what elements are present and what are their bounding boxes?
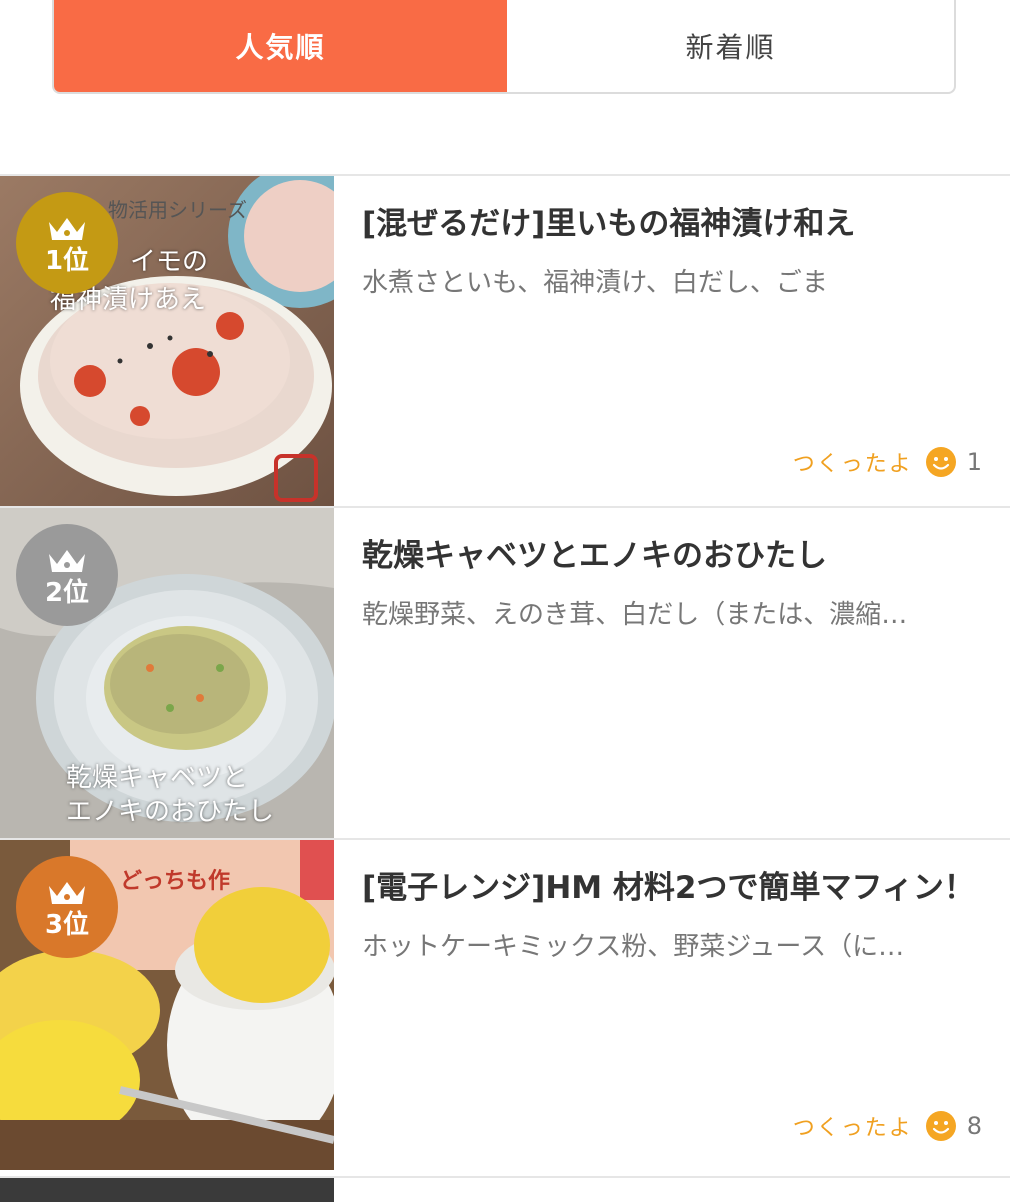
recipe-info: 乾燥キャベツとエノキのおひたし 乾燥野菜、えのき茸、白だし（または、濃縮… bbox=[334, 508, 1010, 838]
recipe-ingredients: 水煮さといも、福神漬け、白だし、ごま bbox=[362, 268, 828, 298]
tsukutta-label: つくったよ bbox=[792, 1116, 913, 1141]
recipe-thumbnail[interactable]: どっちも作 3位 bbox=[0, 840, 334, 1170]
recipe-info: [電子レンジ]HM 材料2つで簡単マフィン！ ホットケーキミックス粉、野菜ジュー… bbox=[334, 840, 1010, 1170]
tsukutta-count: 1 bbox=[966, 448, 982, 476]
recipe-item[interactable]: どっちも作 3位 [電子レンジ]HM 材料2つで簡単マフィン！ ホットケーキミッ… bbox=[0, 838, 1010, 1170]
recipe-list: 物活用シリーズ イモの 福神漬けあえ 1位 [混ぜるだけ]里いもの福神漬け和え … bbox=[0, 174, 1010, 1170]
crown-icon bbox=[49, 550, 85, 572]
rank-label: 1位 bbox=[44, 246, 90, 276]
recipe-thumbnail[interactable]: 物活用シリーズ イモの 福神漬けあえ 1位 bbox=[0, 176, 334, 506]
tsukutta-counter: つくったよ 8 bbox=[793, 1110, 982, 1142]
recipe-item[interactable]: 乾燥キャベツと エノキのおひたし 2位 乾燥キャベツとエノキのおひたし 乾燥野菜… bbox=[0, 506, 1010, 838]
recipe-item[interactable]: 物活用シリーズ イモの 福神漬けあえ 1位 [混ぜるだけ]里いもの福神漬け和え … bbox=[0, 174, 1010, 506]
smile-icon bbox=[925, 447, 956, 477]
tsukutta-counter: つくったよ 1 bbox=[793, 446, 982, 478]
tab-popular[interactable]: 人気順 bbox=[54, 0, 507, 92]
photo-caption-line1: イモの bbox=[130, 247, 209, 277]
rank-label: 3位 bbox=[44, 910, 90, 940]
smile-icon bbox=[925, 1111, 956, 1141]
rank-label: 2位 bbox=[44, 578, 90, 608]
rank-badge: 1位 bbox=[16, 192, 118, 294]
recipe-title[interactable]: 乾燥キャベツとエノキのおひたし bbox=[362, 532, 982, 580]
photo-caption-line1: 乾燥キャベツと bbox=[66, 763, 249, 793]
recipe-thumbnail[interactable]: 乾燥キャベツと エノキのおひたし 2位 bbox=[0, 508, 334, 838]
sort-tabs: 人気順 新着順 bbox=[52, 0, 956, 94]
recipe-ingredients: 乾燥野菜、えのき茸、白だし（または、濃縮… bbox=[362, 600, 908, 630]
recipe-info: [混ぜるだけ]里いもの福神漬け和え 水煮さといも、福神漬け、白だし、ごま つくっ… bbox=[334, 176, 1010, 506]
recipe-ingredients: ホットケーキミックス粉、野菜ジュース（に… bbox=[362, 932, 905, 962]
recipe-title[interactable]: [混ぜるだけ]里いもの福神漬け和え bbox=[362, 200, 982, 248]
photo-caption-line2: エノキのおひたし bbox=[66, 797, 275, 827]
tsukutta-count: 8 bbox=[966, 1112, 982, 1140]
photo-caption-top: 物活用シリーズ bbox=[108, 198, 247, 222]
photo-caption-top: どっちも作 bbox=[120, 869, 231, 894]
crown-icon bbox=[49, 882, 85, 904]
recipe-item-partial[interactable] bbox=[0, 1176, 1010, 1202]
tsukutta-label: つくったよ bbox=[792, 452, 913, 477]
recipe-title[interactable]: [電子レンジ]HM 材料2つで簡単マフィン！ bbox=[362, 864, 982, 912]
recipe-thumbnail bbox=[0, 1178, 334, 1202]
crown-icon bbox=[49, 218, 85, 240]
tab-newest[interactable]: 新着順 bbox=[507, 0, 954, 92]
rank-badge: 3位 bbox=[16, 856, 118, 958]
rank-badge: 2位 bbox=[16, 524, 118, 626]
